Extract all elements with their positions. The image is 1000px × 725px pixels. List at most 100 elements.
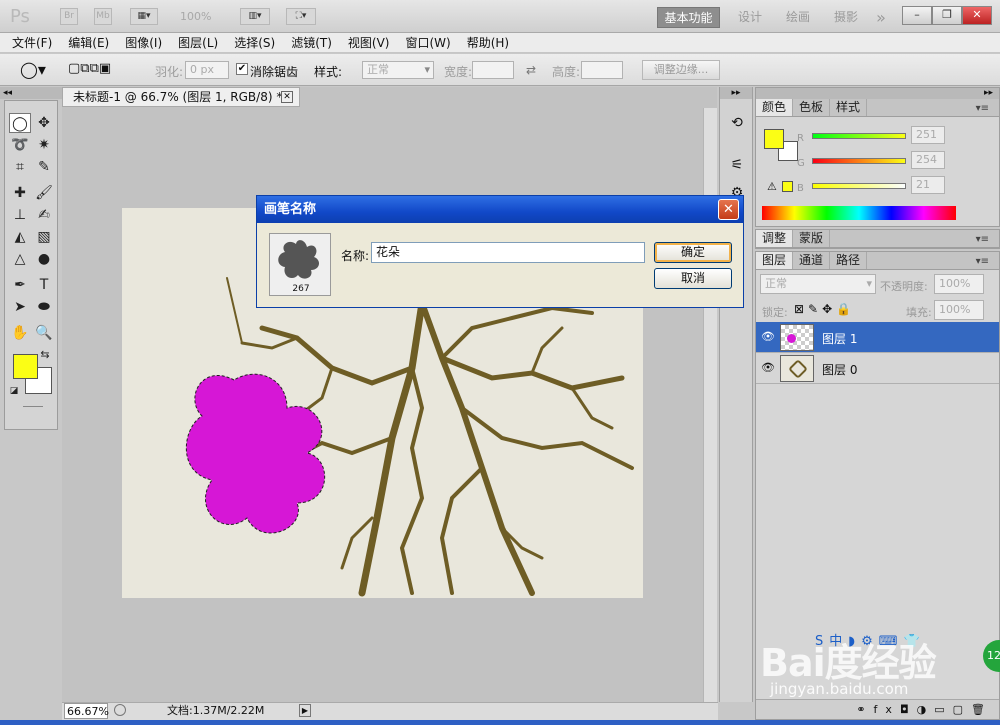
arrange-documents-icon[interactable]: ▥▾ — [240, 8, 270, 25]
status-info-icon[interactable] — [114, 704, 126, 716]
workspace-essentials[interactable]: 基本功能 — [657, 7, 720, 28]
panel-fg-swatch[interactable] — [764, 129, 784, 149]
tab-paths[interactable]: 路径 — [830, 252, 868, 269]
r-value[interactable]: 251 — [911, 126, 945, 144]
panel-menu-icon[interactable]: ▾≡ — [970, 100, 995, 117]
pen-tool-icon[interactable]: ✒ — [9, 275, 31, 295]
brush-tool-icon[interactable]: 🖌 — [33, 183, 55, 203]
layers-footer-icons[interactable]: ⚭fx◘◑▭▢🗑 — [756, 699, 999, 719]
gamut-swatch[interactable] — [782, 181, 793, 192]
lasso-tool-icon[interactable]: ➰ — [9, 135, 31, 155]
bridge-button[interactable]: Br — [60, 8, 78, 25]
blend-mode-select[interactable]: 正常 ▾ — [760, 274, 876, 294]
ellipse-shape-tool-icon[interactable]: ⬬ — [33, 297, 55, 317]
menu-select[interactable]: 选择(S) — [234, 33, 275, 52]
screen-mode-icon[interactable]: ⛶▾ — [286, 8, 316, 25]
zoom-level[interactable]: 100% — [180, 10, 211, 23]
tab-styles[interactable]: 样式 — [830, 99, 868, 116]
tab-masks[interactable]: 蒙版 — [793, 230, 831, 247]
tab-channels[interactable]: 通道 — [793, 252, 831, 269]
height-input[interactable] — [581, 61, 623, 79]
dialog-close-icon[interactable]: ✕ — [718, 199, 739, 220]
visibility-eye-icon[interactable]: 👁 — [760, 360, 776, 376]
minimize-icon[interactable]: – — [902, 6, 932, 25]
magic-wand-tool-icon[interactable]: ✷ — [33, 135, 55, 155]
clone-stamp-tool-icon[interactable]: ⊥ — [9, 205, 31, 225]
style-select[interactable]: 正常 ▾ — [362, 61, 434, 79]
opacity-input[interactable]: 100% — [934, 274, 984, 294]
move-tool-icon[interactable]: ✥ — [33, 113, 55, 133]
close-window-icon[interactable]: ✕ — [962, 6, 992, 25]
type-tool-icon[interactable]: T — [33, 275, 55, 295]
workspace-photography[interactable]: 摄影 — [828, 7, 864, 28]
history-panel-icon[interactable]: ⟲ — [725, 111, 749, 135]
dodge-tool-icon[interactable]: ● — [33, 249, 55, 269]
hand-tool-icon[interactable]: ✋ — [9, 323, 31, 343]
antialias-checkbox[interactable]: ✔ — [236, 63, 248, 75]
fill-input[interactable]: 100% — [934, 300, 984, 320]
workspace-design[interactable]: 设计 — [732, 7, 768, 28]
feather-input[interactable]: 0 px — [185, 61, 229, 79]
close-document-icon[interactable]: ✕ — [281, 91, 293, 103]
g-slider[interactable] — [812, 158, 906, 164]
menu-edit[interactable]: 编辑(E) — [68, 33, 109, 52]
adjust-panel-menu-icon[interactable]: ▾≡ — [970, 231, 995, 248]
path-selection-tool-icon[interactable]: ➤ — [9, 297, 31, 317]
gamut-warning-icon[interactable]: ⚠ — [767, 180, 777, 193]
layer-name[interactable]: 图层 1 — [822, 330, 857, 347]
history-brush-tool-icon[interactable]: ✍ — [33, 205, 55, 225]
restore-icon[interactable]: ❐ — [932, 6, 962, 25]
status-menu-arrow-icon[interactable]: ▶ — [299, 704, 311, 717]
tab-swatches[interactable]: 色板 — [793, 99, 831, 116]
gradient-tool-icon[interactable]: ▧ — [33, 227, 55, 247]
healing-brush-tool-icon[interactable]: ✚ — [9, 183, 31, 203]
view-extras-icon[interactable]: ▦▾ — [130, 8, 158, 25]
color-ramp[interactable] — [762, 206, 956, 220]
default-colors-icon[interactable]: ◪ — [8, 381, 20, 401]
layers-panel-menu-icon[interactable]: ▾≡ — [970, 253, 995, 270]
brush-name-input[interactable]: 花朵 — [371, 242, 645, 263]
r-slider[interactable] — [812, 133, 906, 139]
ok-button[interactable]: 确定 — [654, 242, 732, 263]
refine-edge-button[interactable]: 调整边缘... — [642, 60, 720, 80]
eyedropper-tool-icon[interactable]: ✎ — [33, 157, 55, 177]
layer-row-0[interactable]: 👁 图层 0 — [756, 353, 999, 384]
b-slider[interactable] — [812, 183, 906, 189]
tab-color[interactable]: 颜色 — [756, 99, 794, 116]
crop-tool-icon[interactable]: ⌗ — [9, 157, 31, 177]
status-zoom-field[interactable]: 66.67% — [64, 703, 109, 719]
workspace-painting[interactable]: 绘画 — [780, 7, 816, 28]
panel-expand-icon[interactable]: ▸▸ — [756, 88, 999, 99]
elliptical-marquee-tool-icon[interactable]: ◯ — [9, 113, 31, 133]
b-value[interactable]: 21 — [911, 176, 945, 194]
zoom-tool-icon[interactable]: 🔍 — [33, 323, 55, 343]
g-value[interactable]: 254 — [911, 151, 945, 169]
menu-file[interactable]: 文件(F) — [12, 33, 52, 52]
swap-colors-icon[interactable]: ⇆ — [37, 345, 53, 365]
layer-row-1[interactable]: 👁 图层 1 — [756, 322, 999, 353]
visibility-eye-icon[interactable]: 👁 — [760, 329, 776, 345]
dock-collapse-icon[interactable]: ▸▸ — [720, 87, 752, 99]
menu-window[interactable]: 窗口(W) — [405, 33, 450, 52]
foreground-color-swatch[interactable] — [13, 354, 38, 379]
lock-icons[interactable]: ⊠✎✥🔒 — [794, 302, 855, 316]
selection-mode-icons[interactable]: ▢⧉⧉▣ — [68, 61, 111, 76]
width-input[interactable] — [472, 61, 514, 79]
elliptical-marquee-preset-icon[interactable]: ◯▾ — [20, 60, 46, 79]
swap-icon[interactable]: ⇄ — [526, 63, 536, 77]
more-workspaces-icon[interactable]: » — [870, 7, 892, 28]
toolbar-collapse-icon[interactable]: ◂◂ — [0, 87, 62, 99]
document-tab[interactable]: 未标题-1 @ 66.7% (图层 1, RGB/8) * ✕ — [62, 87, 300, 107]
cancel-button[interactable]: 取消 — [654, 268, 732, 289]
tab-layers[interactable]: 图层 — [756, 252, 794, 269]
menu-help[interactable]: 帮助(H) — [467, 33, 509, 52]
mini-bridge-button[interactable]: Mb — [94, 8, 112, 25]
menu-view[interactable]: 视图(V) — [348, 33, 390, 52]
menu-filter[interactable]: 滤镜(T) — [291, 33, 332, 52]
tab-adjustments[interactable]: 调整 — [756, 230, 794, 247]
eraser-tool-icon[interactable]: ◭ — [9, 227, 31, 247]
brush-panel-icon[interactable]: ⚟ — [725, 153, 749, 177]
blur-tool-icon[interactable]: △ — [9, 249, 31, 269]
menu-layer[interactable]: 图层(L) — [178, 33, 218, 52]
menu-image[interactable]: 图像(I) — [125, 33, 162, 52]
